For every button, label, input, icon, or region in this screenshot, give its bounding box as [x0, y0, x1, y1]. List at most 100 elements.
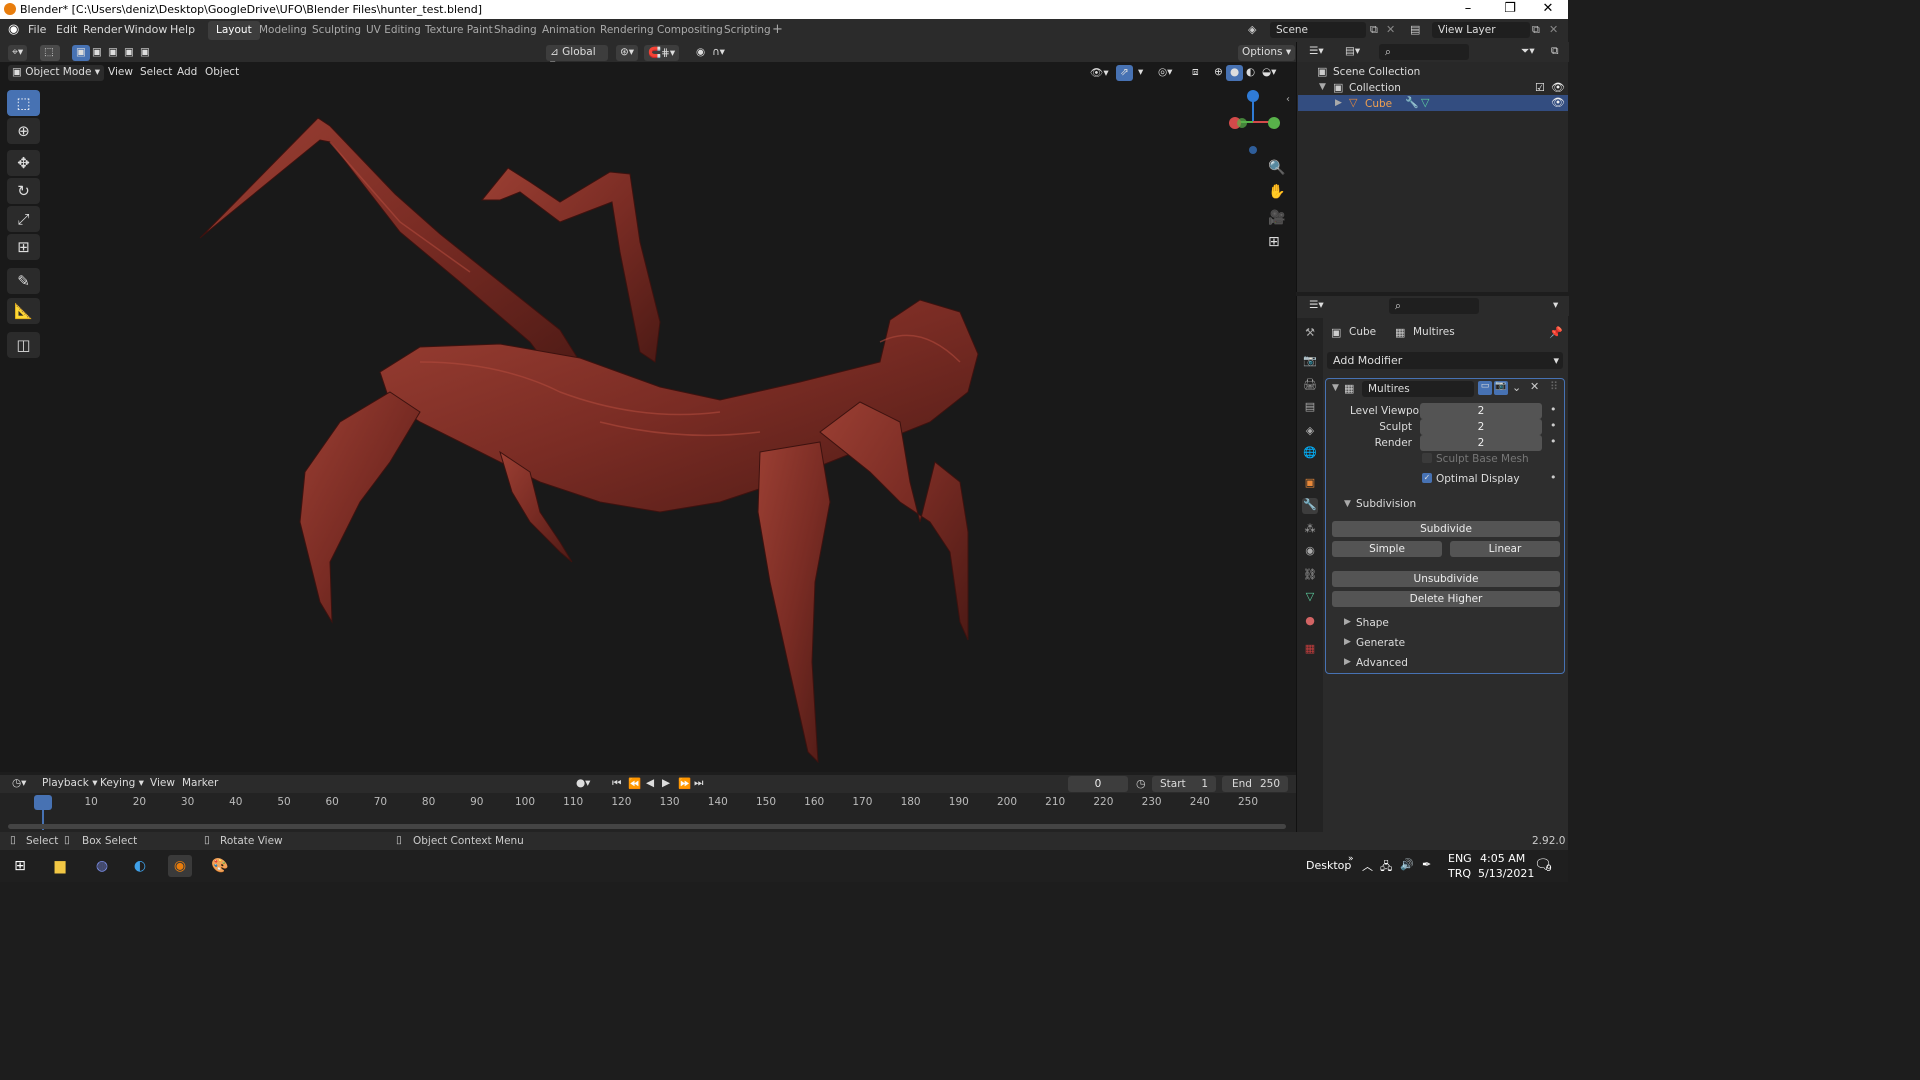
close-icon[interactable]: ✕ — [1528, 1, 1568, 16]
transform-tool-icon[interactable]: ⊞ — [7, 234, 40, 260]
modifier-menu-icon[interactable]: ⌄ — [1512, 381, 1521, 394]
play-icon[interactable]: ▶ — [658, 776, 674, 792]
measure-tool-icon[interactable]: 📐 — [7, 298, 40, 324]
desktop-label[interactable]: Desktop — [1306, 859, 1351, 872]
rotate-tool-icon[interactable]: ↻ — [7, 178, 40, 204]
falloff-icon[interactable]: ∩▾ — [708, 45, 729, 61]
generate-panel[interactable]: Generate — [1356, 637, 1405, 649]
subdivision-collapse-icon[interactable]: ▼ — [1344, 499, 1351, 509]
collection-eye-icon[interactable]: 👁 — [1551, 81, 1565, 94]
snap-icon[interactable]: 🧲⋕▾ — [644, 45, 680, 61]
particles-tab-icon[interactable]: ⁂ — [1302, 522, 1318, 538]
network-icon[interactable]: 🖧 — [1380, 858, 1392, 877]
linear-button[interactable]: Linear — [1450, 541, 1560, 557]
camera-icon[interactable]: 🎥 — [1268, 210, 1285, 226]
windows-start-icon[interactable]: ⊞ — [8, 855, 32, 877]
world-tab-icon[interactable]: 🌐 — [1302, 446, 1318, 462]
tray-up-icon[interactable]: ︿ — [1362, 858, 1373, 874]
physics-tab-icon[interactable]: ◉ — [1302, 544, 1318, 560]
generate-expand-icon[interactable]: ▶ — [1344, 637, 1351, 647]
keyframe-dot-icon[interactable]: • — [1550, 419, 1557, 432]
filter-icon[interactable]: ⏷▾ — [1517, 44, 1539, 60]
menu-view[interactable]: View — [104, 65, 137, 81]
wireframe-shading-icon[interactable]: ⊕ — [1210, 65, 1227, 81]
timeline-view-menu[interactable]: View — [146, 776, 179, 792]
restore-icon[interactable]: ❐ — [1490, 1, 1530, 16]
collection-expand-icon[interactable]: ▼ — [1319, 82, 1326, 92]
view-layer-tab-icon[interactable]: ▤ — [1302, 400, 1318, 416]
language-eng[interactable]: ENG — [1448, 852, 1472, 865]
timeline[interactable]: 0102030405060708090100110120130140150160… — [0, 793, 1296, 833]
options-dropdown[interactable]: Options ▾ — [1238, 45, 1296, 61]
add-cube-tool-icon[interactable]: ◫ — [7, 332, 40, 358]
cursor-tool-icon[interactable]: ⊕ — [7, 118, 40, 144]
modifier-tab-icon[interactable]: 🔧 — [1302, 498, 1318, 514]
drag-handle-icon[interactable]: ⠿ — [1550, 380, 1558, 393]
menu-select[interactable]: Select — [136, 65, 176, 81]
language-trq[interactable]: TRQ — [1448, 867, 1471, 880]
add-modifier-dropdown[interactable]: Add Modifier ▾ — [1327, 352, 1563, 369]
select-mode-intersect-icon[interactable]: ▣ — [136, 45, 154, 61]
add-workspace-icon[interactable]: + — [772, 22, 783, 37]
file-explorer-icon[interactable]: ▆ — [48, 855, 72, 877]
scene-tab-icon[interactable]: ◈ — [1302, 424, 1318, 440]
visibility-icon[interactable]: 👁▾ — [1086, 65, 1113, 81]
tool-tab-icon[interactable]: ⚒ — [1302, 326, 1318, 342]
blender-taskbar-icon[interactable]: ◉ — [168, 855, 192, 877]
new-scene-icon[interactable]: ⧉ — [1370, 23, 1378, 37]
level-viewport-field[interactable]: 2 — [1420, 403, 1542, 419]
play-reverse-icon[interactable]: ◀ — [642, 776, 658, 792]
chat-app-icon[interactable]: ◍ — [90, 855, 114, 877]
pin-icon[interactable]: 📌 — [1549, 326, 1563, 339]
volume-icon[interactable]: 🔊 — [1400, 858, 1414, 871]
advanced-panel[interactable]: Advanced — [1356, 657, 1408, 669]
sculpt-base-mesh-checkbox[interactable] — [1422, 453, 1432, 463]
remove-modifier-icon[interactable]: ✕ — [1530, 380, 1539, 393]
scene-collection-label[interactable]: Scene Collection — [1333, 66, 1420, 78]
view-layer-field[interactable]: View Layer — [1432, 22, 1530, 38]
keyframe-dot-icon[interactable]: • — [1550, 403, 1557, 416]
desktop-chevron-icon[interactable]: » — [1348, 854, 1354, 864]
keyframe-dot-icon[interactable]: • — [1550, 471, 1557, 484]
keyframe-dot-icon[interactable]: • — [1550, 435, 1557, 448]
properties-search-input[interactable]: ⌕ — [1389, 298, 1479, 314]
render-level-field[interactable]: 2 — [1420, 435, 1542, 451]
clock-date[interactable]: 5/13/2021 — [1478, 867, 1534, 880]
clock-time[interactable]: 4:05 AM — [1480, 852, 1525, 865]
menu-render[interactable]: Render — [83, 23, 122, 36]
gizmo-icon[interactable]: ⇗ — [1116, 65, 1133, 81]
timeline-scrollbar[interactable] — [8, 824, 1286, 829]
editor-type-icon[interactable]: ⌖▾ — [8, 45, 28, 61]
frame-ruler[interactable]: 0102030405060708090100110120130140150160… — [0, 793, 1296, 813]
delete-higher-button[interactable]: Delete Higher — [1332, 591, 1560, 607]
remove-view-layer-icon[interactable]: ✕ — [1549, 23, 1558, 36]
properties-editor-icon[interactable]: ☰▾ — [1305, 298, 1328, 314]
outliner-editor-icon[interactable]: ☰▾ — [1305, 44, 1328, 60]
menu-edit[interactable]: Edit — [56, 23, 77, 36]
active-tool-icon[interactable]: ⬚ — [40, 45, 60, 61]
outliner-search-input[interactable]: ⌕ — [1379, 44, 1469, 60]
object-tab-icon[interactable]: ▣ — [1302, 476, 1318, 492]
cube-expand-icon[interactable]: ▶ — [1335, 98, 1342, 108]
pan-hand-icon[interactable]: ✋ — [1268, 184, 1285, 200]
proportional-edit-icon[interactable]: ◉ — [692, 45, 709, 61]
shape-panel[interactable]: Shape — [1356, 617, 1389, 629]
menu-help[interactable]: Help — [170, 23, 195, 36]
cube-label[interactable]: Cube — [1365, 98, 1392, 110]
minimize-icon[interactable]: – — [1448, 1, 1488, 16]
timeline-editor-icon[interactable]: ◷▾ — [8, 776, 30, 792]
current-frame-field[interactable]: 0 — [1068, 776, 1128, 792]
scale-tool-icon[interactable]: ⤢ — [7, 206, 40, 232]
tab-scripting[interactable]: Scripting — [716, 21, 779, 40]
ortho-grid-icon[interactable]: ⊞ — [1268, 234, 1280, 250]
select-box-tool-icon[interactable]: ⬚ — [7, 90, 40, 116]
menu-object[interactable]: Object — [201, 65, 243, 81]
zoom-icon[interactable]: 🔍 — [1268, 160, 1285, 176]
unsubdivide-button[interactable]: Unsubdivide — [1332, 571, 1560, 587]
panel-collapse-icon[interactable]: ▼ — [1332, 383, 1339, 393]
new-view-layer-icon[interactable]: ⧉ — [1532, 23, 1540, 37]
gizmo-dropdown-icon[interactable]: ▾ — [1134, 65, 1147, 81]
texture-tab-icon[interactable]: ▦ — [1302, 642, 1318, 658]
solid-shading-icon[interactable]: ● — [1226, 65, 1244, 81]
jump-start-icon[interactable]: ⏮ — [608, 776, 625, 792]
